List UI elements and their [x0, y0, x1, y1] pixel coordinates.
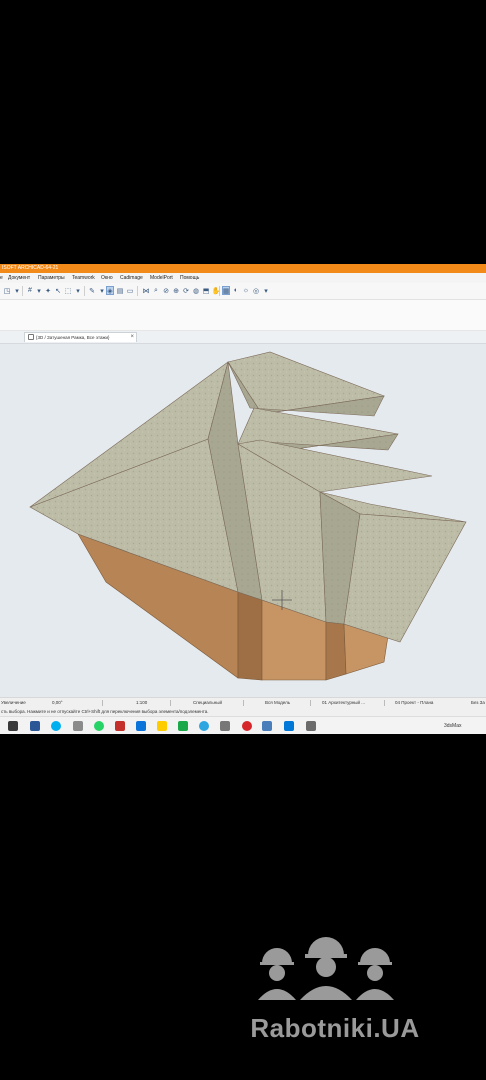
photoshop-icon[interactable]: [30, 721, 40, 731]
sun-icon[interactable]: ☼: [242, 286, 250, 295]
toolbar-divider: [84, 286, 85, 296]
photos-icon[interactable]: [284, 721, 294, 731]
status-divider: [243, 700, 244, 706]
info-box-area: [0, 300, 486, 331]
workers-logo-icon: [258, 937, 394, 1000]
menu-item-document[interactable]: Документ: [8, 273, 30, 283]
3d-window-icon: [28, 334, 34, 340]
zoom-mode[interactable]: Увеличение: [1, 698, 26, 708]
view-set-combo[interactable]: 04 Проект - Плана: [395, 698, 433, 708]
layer-icon[interactable]: ▤: [116, 286, 124, 295]
app-icon[interactable]: [157, 721, 167, 731]
tab-label: {3D / Затушеная Рамка, Все этажи}: [36, 335, 110, 340]
app-icon-2[interactable]: [220, 721, 230, 731]
status-divider: [310, 700, 311, 706]
cursor-icon[interactable]: ↖: [54, 286, 62, 295]
camera-icon[interactable]: ◎: [252, 286, 260, 295]
marquee-icon[interactable]: ⬚: [64, 286, 72, 295]
folder-icon[interactable]: [136, 721, 146, 731]
hide-icon[interactable]: ⊘: [162, 286, 170, 295]
zoom-value[interactable]: 0,00°: [52, 698, 63, 708]
section-icon[interactable]: ▭: [126, 286, 134, 295]
pen-icon[interactable]: ✎: [88, 286, 96, 295]
menu-item-cadimage[interactable]: Cadimage: [120, 273, 143, 283]
layer-combo[interactable]: 01 Архитектурный ...: [322, 698, 365, 708]
status-bar: Увеличение 0,00° 1:100 Специальный Вся М…: [0, 697, 486, 708]
orbit-icon[interactable]: ⟳: [182, 286, 190, 295]
menu-item-help[interactable]: Помощь: [180, 273, 199, 283]
render-icon[interactable]: ◐: [232, 286, 240, 295]
wall-front-3: [325, 621, 347, 681]
skype-icon[interactable]: [51, 721, 61, 731]
grid-snap-icon[interactable]: ▦: [222, 286, 230, 295]
toolbar-divider: [137, 286, 138, 296]
menu-item-teamwork[interactable]: Teamwork: [72, 273, 95, 283]
chevron-down-icon[interactable]: ▾: [98, 286, 106, 295]
scale-value[interactable]: 1:100: [136, 698, 147, 708]
standard-toolbar: ◳ ▾ # ▾ ✦ ↖ ⬚ ▾ ✎ ▾ ◈ ▤ ▭ ⋈ ⌕ ⊘ ⊕ ⟳ ◍ ⬒ …: [0, 283, 486, 300]
menu-item-modelport[interactable]: ModelPort: [150, 273, 173, 283]
status-extra[interactable]: Без За: [471, 698, 485, 708]
archive-icon[interactable]: [306, 721, 316, 731]
opera-icon[interactable]: [242, 721, 252, 731]
model-view-combo[interactable]: Вся Модель: [265, 698, 290, 708]
elevation-icon[interactable]: ⋈: [142, 286, 150, 295]
c-app-icon[interactable]: [178, 721, 188, 731]
roof-end-right: [343, 513, 467, 643]
toolbar-divider: [22, 286, 23, 296]
chevron-down-icon[interactable]: ▾: [262, 286, 270, 295]
tab-3d-window[interactable]: {3D / Затушеная Рамка, Все этажи} ×: [24, 332, 137, 342]
roof-model: [29, 351, 467, 681]
menu-item-options[interactable]: Параметры: [38, 273, 65, 283]
telegram-icon[interactable]: [199, 721, 209, 731]
archicad-window: ISOFT ARCHICAD-64-21 е Документ Параметр…: [0, 264, 486, 734]
grid-icon[interactable]: #: [26, 286, 34, 295]
selection-icon[interactable]: ◳: [3, 286, 11, 295]
chevron-down-icon[interactable]: ▾: [35, 286, 43, 295]
menu-item-window[interactable]: Окно: [101, 273, 113, 283]
archicad-icon[interactable]: [262, 721, 272, 731]
autocad-icon[interactable]: [115, 721, 125, 731]
whatsapp-icon[interactable]: [94, 721, 104, 731]
explorer-icon[interactable]: [73, 721, 83, 731]
3d-viewport[interactable]: [0, 344, 486, 697]
watermark-text: Rabotniki.UA: [250, 1013, 420, 1043]
hint-bar: сть выбора. Нажмите и не отпускайте Ctrl…: [0, 708, 486, 716]
title-bar: ISOFT ARCHICAD-64-21: [0, 264, 486, 273]
windows-taskbar: 3dsMax: [0, 716, 486, 734]
override-combo[interactable]: Специальный: [193, 698, 222, 708]
start-icon[interactable]: [8, 721, 18, 731]
find-icon[interactable]: ⌕: [152, 286, 160, 295]
menu-item-file[interactable]: е: [0, 273, 3, 283]
walk-icon[interactable]: ◍: [192, 286, 200, 295]
3d-view-icon[interactable]: ◈: [106, 286, 114, 295]
hint-text: сть выбора. Нажмите и не отпускайте Ctrl…: [1, 709, 209, 714]
chevron-down-icon[interactable]: ▾: [13, 286, 21, 295]
frame-icon[interactable]: ⬒: [202, 286, 210, 295]
close-icon[interactable]: ×: [130, 333, 134, 342]
app-title: ISOFT ARCHICAD-64-21: [2, 265, 59, 271]
watermark: Rabotniki.UA: [200, 925, 470, 1055]
chevron-down-icon[interactable]: ▾: [74, 286, 82, 295]
status-divider: [384, 700, 385, 706]
tray-label: 3dsMax: [444, 723, 462, 729]
magic-wand-icon[interactable]: ✦: [44, 286, 52, 295]
status-divider: [170, 700, 171, 706]
menu-bar: е Документ Параметры Teamwork Окно Cadim…: [0, 273, 486, 283]
wall-front-1: [237, 591, 263, 681]
zoom-icon[interactable]: ⊕: [172, 286, 180, 295]
status-divider: [102, 700, 103, 706]
view-tab-bar: {3D / Затушеная Рамка, Все этажи} ×: [0, 331, 486, 344]
toolbar-divider: [219, 286, 220, 296]
